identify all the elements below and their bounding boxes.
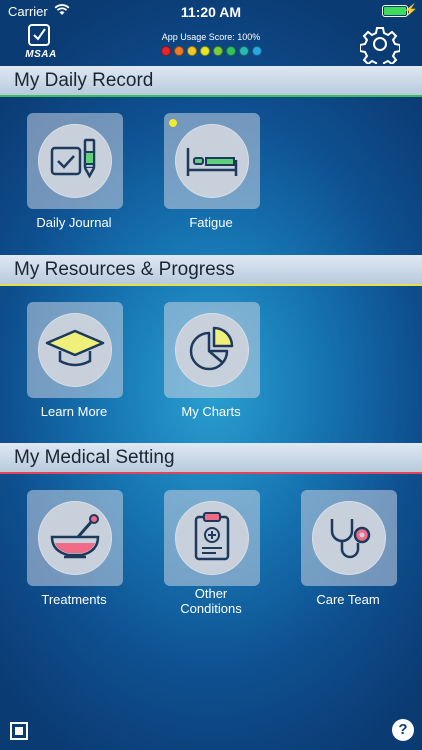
usage-dot (186, 46, 197, 56)
stethoscope-icon (330, 519, 371, 559)
app-usage-score: App Usage Score: 100% (140, 32, 282, 56)
bed-icon (186, 148, 238, 176)
section-title: My Medical Setting (14, 447, 175, 468)
fullscreen-icon[interactable] (10, 722, 28, 740)
graduation-cap-icon (45, 329, 105, 367)
help-button[interactable]: ? (392, 719, 414, 741)
section-title: My Resources & Progress (14, 259, 235, 280)
fatigue-label[interactable]: Fatigue (146, 215, 276, 230)
learn-more-label[interactable]: Learn More (9, 404, 139, 419)
usage-dot (160, 46, 171, 56)
settings-gear-icon[interactable] (360, 24, 400, 64)
pie-chart-icon (189, 326, 234, 371)
msaa-logo: MSAA (20, 24, 62, 66)
section-divider (0, 472, 422, 474)
daily-journal-label[interactable]: Daily Journal (9, 215, 139, 230)
usage-dot (225, 46, 236, 56)
care-team-label[interactable]: Care Team (283, 592, 413, 607)
section-header-medical-setting: My Medical Setting (0, 443, 422, 473)
section-divider (0, 95, 422, 97)
usage-dot (212, 46, 223, 56)
checkbox-pencil-icon (50, 138, 96, 179)
clipboard-medical-icon (194, 512, 230, 561)
other-conditions-tile[interactable] (164, 490, 260, 586)
status-time: 11:20 AM (180, 4, 242, 20)
app-header: MSAA App Usage Score: 100% (0, 22, 422, 66)
other-conditions-label[interactable]: Other Conditions (146, 586, 276, 616)
charging-icon: ⚡ (403, 3, 418, 17)
section-header-daily-record: My Daily Record (0, 66, 422, 96)
section-header-resources-progress: My Resources & Progress (0, 255, 422, 285)
usage-score-label: App Usage Score: 100% (161, 32, 261, 42)
treatments-label[interactable]: Treatments (9, 592, 139, 607)
daily-journal-tile[interactable] (27, 113, 123, 209)
section-divider (0, 284, 422, 286)
section-title: My Daily Record (14, 70, 154, 91)
usage-dot (251, 46, 262, 56)
my-charts-tile[interactable] (164, 302, 260, 398)
usage-dot (199, 46, 210, 56)
status-bar: Carrier 11:20 AM ⚡ (0, 0, 422, 22)
check-logo-icon (28, 24, 50, 46)
usage-dots (140, 46, 282, 56)
logo-text: MSAA (25, 49, 57, 60)
usage-dot (173, 46, 184, 56)
care-team-tile[interactable] (301, 490, 397, 586)
fatigue-tile[interactable] (164, 113, 260, 209)
mortar-pestle-icon (50, 514, 100, 559)
learn-more-tile[interactable] (27, 302, 123, 398)
my-charts-label[interactable]: My Charts (146, 404, 276, 419)
usage-dot (238, 46, 249, 56)
treatments-tile[interactable] (27, 490, 123, 586)
